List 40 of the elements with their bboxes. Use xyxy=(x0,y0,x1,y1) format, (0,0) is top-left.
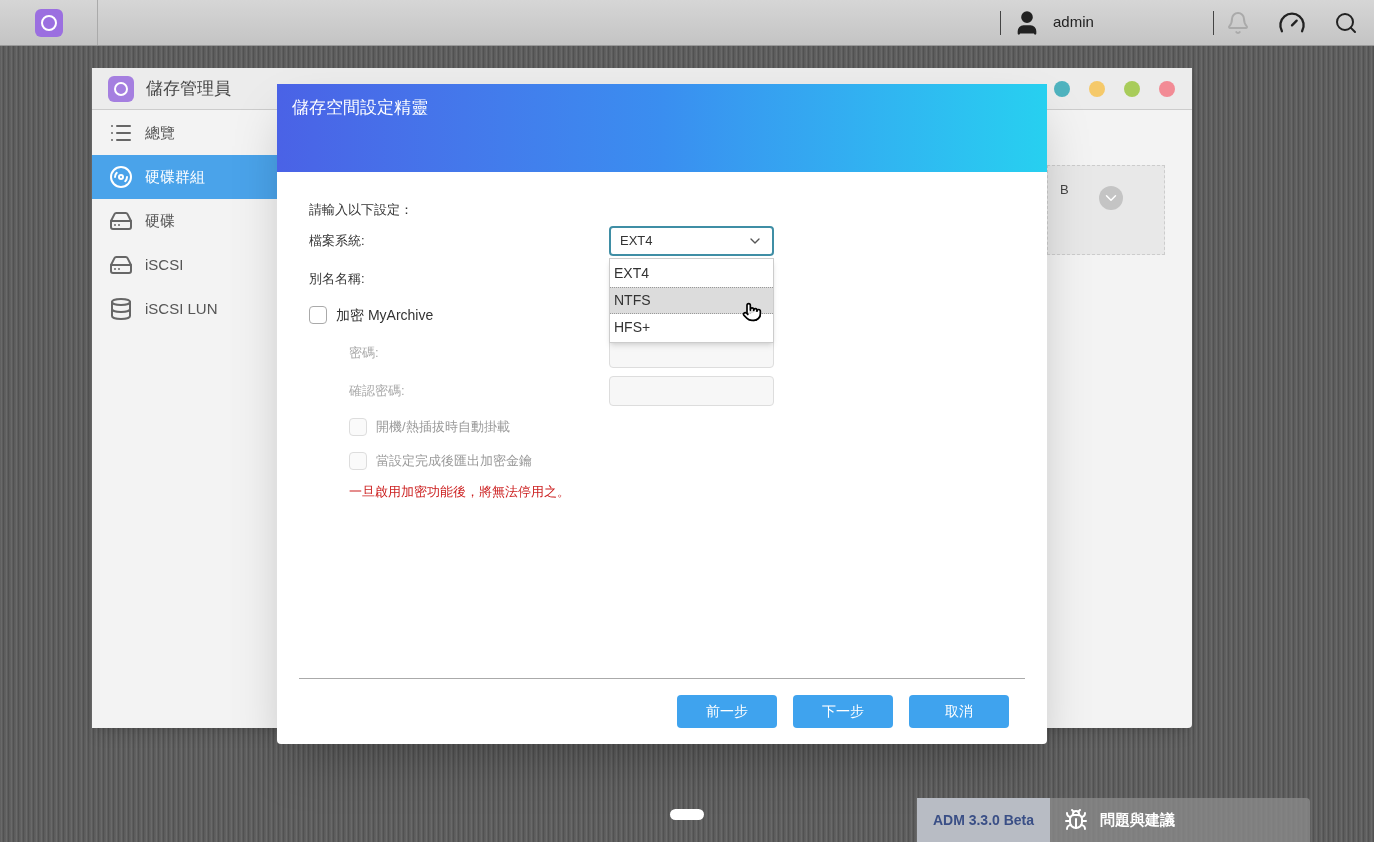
search-icon[interactable] xyxy=(1334,10,1358,35)
window-control[interactable] xyxy=(1054,80,1070,97)
disc-icon xyxy=(109,165,133,189)
checkbox[interactable] xyxy=(309,306,327,324)
sidebar-item[interactable]: iSCSI LUN xyxy=(92,287,277,331)
warning-text: 一旦啟用加密功能後，將無法停用之。 xyxy=(349,483,571,501)
field-label: 檔案系統: xyxy=(309,232,366,251)
chevron-icon[interactable] xyxy=(1098,186,1123,210)
drive-icon xyxy=(109,253,133,277)
dock-handle[interactable] xyxy=(670,809,704,820)
sidebar-item[interactable]: 總覽 xyxy=(92,111,277,155)
sidebar-item[interactable]: iSCSI xyxy=(92,243,277,287)
bug-icon xyxy=(1064,808,1088,832)
username[interactable]: admin xyxy=(1053,11,1213,34)
dropdown-option[interactable]: NTFS xyxy=(610,287,773,314)
database-icon xyxy=(109,297,133,321)
dropdown-option[interactable]: HFS+ xyxy=(610,314,773,341)
checkbox-label: 當設定完成後匯出加密金鑰 xyxy=(376,452,532,471)
feedback-button[interactable]: 問題與建議 xyxy=(1050,798,1175,842)
sidebar-item[interactable]: 硬碟 xyxy=(92,199,277,243)
window-control[interactable] xyxy=(1089,80,1105,97)
field-label: 密碼: xyxy=(349,344,380,363)
prompt-text: 請輸入以下設定： xyxy=(309,201,414,219)
field-label: 別名名稱: xyxy=(309,270,365,289)
hard-drive-icon xyxy=(109,209,133,233)
notification-icon[interactable] xyxy=(1226,10,1250,35)
window-control[interactable] xyxy=(1124,80,1140,97)
app-icon xyxy=(108,75,134,102)
dropdown-option[interactable]: EXT4 xyxy=(610,260,773,287)
file-system-select[interactable]: EXT4 xyxy=(609,226,774,256)
hand-pointer-icon xyxy=(742,302,762,322)
dialog-title: 儲存空間設定精靈 xyxy=(292,98,428,117)
window-title: 儲存管理員 xyxy=(146,77,231,100)
version-label: ADM 3.3.0 Beta xyxy=(917,798,1050,842)
checkbox-label: 加密 MyArchive xyxy=(336,305,434,325)
field-label: 確認密碼: xyxy=(349,382,406,401)
card-text: B xyxy=(1060,181,1069,199)
checkbox-label: 開機/熱插拔時自動掛載 xyxy=(376,418,510,437)
app-logo-icon[interactable] xyxy=(34,8,63,37)
window-control[interactable] xyxy=(1159,80,1175,97)
